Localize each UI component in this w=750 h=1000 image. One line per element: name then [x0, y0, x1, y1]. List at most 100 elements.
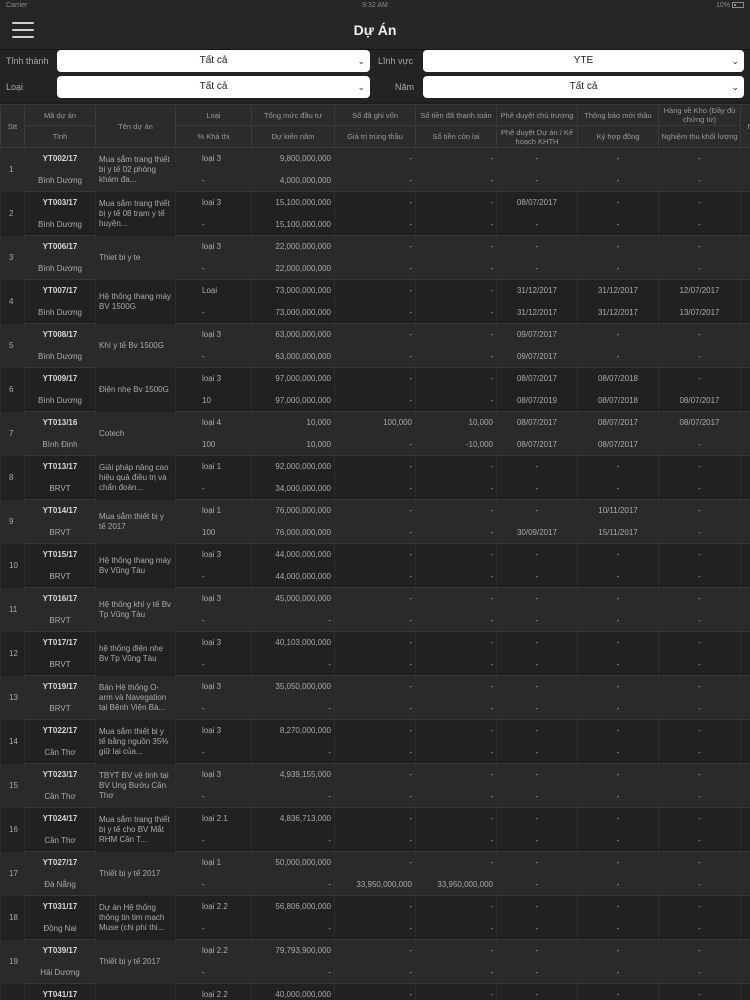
- total-investment: 97,000,000,000: [251, 367, 335, 390]
- table-row[interactable]: 5 YT008/17 Khí y tế Bv 1500G loại 3 63,000,0…: [0, 323, 750, 368]
- policy-approval: 08/07/2017: [496, 367, 578, 390]
- award-value: -: [334, 433, 416, 456]
- header-amount-paid: Số tiền đã thanh toán: [415, 104, 497, 126]
- total-investment: 79,793,900,000: [251, 939, 335, 962]
- table-row[interactable]: 11 YT016/17 Hệ thống khí y tế Bv Tp Vũng T…: [0, 587, 750, 632]
- volume-acceptance: -: [658, 345, 741, 368]
- table-row[interactable]: 3 YT006/17 Thiet bi y te loại 3 22,000,000,0…: [0, 235, 750, 280]
- row-stt: 19: [0, 939, 25, 984]
- capital-recorded: -: [334, 851, 416, 874]
- award-value: -: [334, 917, 416, 940]
- header-award-value: Giá trị trúng thầu: [334, 125, 416, 148]
- table-row[interactable]: 15 YT023/17 TBYT BV vệ tinh tại BV Ung Bướ…: [0, 763, 750, 808]
- project-approval: -: [496, 697, 578, 720]
- expected-year-amount: 97,000,000,000: [251, 389, 335, 412]
- project-name: Giải pháp nâng cao hiệu quả điều trị và …: [95, 455, 176, 500]
- award-value: -: [334, 169, 416, 192]
- amount-paid: -: [415, 895, 497, 918]
- tender-notice: -: [577, 763, 659, 786]
- project-code: YT031/17: [24, 895, 96, 918]
- project-code: YT013/16: [24, 411, 96, 434]
- feasibility-percent: -: [175, 565, 252, 588]
- province-select[interactable]: Tất cả ⌄: [57, 50, 370, 72]
- tender-notice: -: [577, 895, 659, 918]
- table-row[interactable]: 6 YT009/17 Điện nhẹ Bv 1500G loại 3 97,000,0…: [0, 367, 750, 412]
- year-select[interactable]: Tất cả ⌄: [423, 76, 744, 98]
- project-province: Bình Dương: [24, 257, 96, 280]
- type-select[interactable]: Tất cả ⌄: [57, 76, 370, 98]
- goods-arrival: -: [658, 851, 741, 874]
- table-row[interactable]: 16 YT024/17 Mua sắm trang thiết bị y tế ch…: [0, 807, 750, 852]
- table-row[interactable]: 10 YT015/17 Hệ thống thang máy Bv Vũng Tàu…: [0, 543, 750, 588]
- project-type: Loại: [175, 279, 252, 302]
- table-row[interactable]: 14 YT022/17 Mua sắm thiết bị y tế bằng ngu…: [0, 719, 750, 764]
- table-row[interactable]: 17 YT027/17 Thiết bị y tế 2017 loại 1 50,000…: [0, 851, 750, 896]
- project-code: YT016/17: [24, 587, 96, 610]
- contract-signing: -: [577, 697, 659, 720]
- amount-paid: -: [415, 543, 497, 566]
- feasibility-percent: -: [175, 653, 252, 676]
- policy-approval: 31/12/2017: [496, 279, 578, 302]
- contract-signing: -: [577, 565, 659, 588]
- project-code: YT019/17: [24, 675, 96, 698]
- tender-notice: -: [577, 455, 659, 478]
- goods-arrival: -: [658, 763, 741, 786]
- filter-panel: Tỉnh thành Tất cả ⌄ Lĩnh vực YTE ⌄ Loại Tấ…: [0, 50, 750, 102]
- project-type: loại 2.1: [175, 807, 252, 830]
- goods-arrival: -: [658, 719, 741, 742]
- table-row[interactable]: 18 YT031/17 Dự án Hệ thống thông tin tim m…: [0, 895, 750, 940]
- contract-signing: -: [577, 257, 659, 280]
- tender-notice: -: [577, 675, 659, 698]
- total-investment: 15,100,000,000: [251, 191, 335, 214]
- project-table[interactable]: Stt Mã dự án Tên dự án Loại Tổng mức đầu…: [0, 104, 750, 1000]
- project-province: Đà Nẵng: [24, 873, 96, 896]
- project-name: hệ thống điện nhẹ Bv Tp Vũng Tàu: [95, 631, 176, 676]
- tender-notice: -: [577, 235, 659, 258]
- capital-recorded: -: [334, 807, 416, 830]
- goods-arrival: -: [658, 587, 741, 610]
- row-stt: 7: [0, 411, 25, 456]
- policy-approval: -: [496, 543, 578, 566]
- project-name: Thiết bị y tế 2017: [95, 851, 176, 896]
- project-province: BRVT: [24, 565, 96, 588]
- table-row[interactable]: 2 YT003/17 Mua sắm trang thiết bị y tế 08 …: [0, 191, 750, 236]
- project-province: BRVT: [24, 697, 96, 720]
- table-row[interactable]: YT041/17Thiết bị y tế bệnhloại 2.240,000…: [0, 983, 750, 1000]
- goods-arrival: -: [658, 807, 741, 830]
- total-investment: 63,000,000,000: [251, 323, 335, 346]
- remaining-amount: -: [415, 169, 497, 192]
- feasibility-percent: 100: [175, 521, 252, 544]
- amount-paid: -: [415, 499, 497, 522]
- table-row[interactable]: 7 YT013/16 Cotech loại 4 10,000 100,000 10,000…: [0, 411, 750, 456]
- field-select[interactable]: YTE ⌄: [423, 50, 744, 72]
- table-row[interactable]: 13 YT019/17 Bán Hệ thống O-arm và Navegati…: [0, 675, 750, 720]
- policy-approval: 09/07/2017: [496, 323, 578, 346]
- project-type: loại 3: [175, 235, 252, 258]
- total-investment: 40,000,000,000: [251, 983, 335, 1000]
- tender-notice: 08/07/2017: [577, 411, 659, 434]
- project-province: BRVT: [24, 653, 96, 676]
- nav-bar: Dự Án: [0, 12, 750, 50]
- goods-arrival: -: [658, 455, 741, 478]
- table-row[interactable]: 1 YT002/17 Mua sắm trang thiết bị y tế 02 …: [0, 147, 750, 192]
- amount-paid: -: [415, 983, 497, 1000]
- policy-approval: -: [496, 807, 578, 830]
- volume-acceptance: -: [658, 741, 741, 764]
- table-row[interactable]: 12 YT017/17 hệ thống điện nhẹ Bv Tp Vũng T…: [0, 631, 750, 676]
- volume-acceptance: -: [658, 697, 741, 720]
- chevron-down-icon: ⌄: [357, 82, 365, 92]
- contract-signing: -: [577, 477, 659, 500]
- remaining-amount: -10,000: [415, 433, 497, 456]
- remaining-amount: -: [415, 829, 497, 852]
- table-row[interactable]: 4 YT007/17 Hệ thống thang máy BV 1500G Loại…: [0, 279, 750, 324]
- header-expected-year: Dự kiến năm: [251, 125, 335, 148]
- project-name: Mua sắm thiết bị y tế bằng nguồn 35% giữ…: [95, 719, 176, 764]
- policy-approval: 08/07/2017: [496, 411, 578, 434]
- policy-approval: -: [496, 895, 578, 918]
- tender-notice: -: [577, 147, 659, 170]
- total-investment: 4,939,155,000: [251, 763, 335, 786]
- award-value: -: [334, 301, 416, 324]
- table-row[interactable]: 19 YT039/17 Thiết bị y tế 2017 loại 2.2 79,7…: [0, 939, 750, 984]
- table-row[interactable]: 9 YT014/17 Mua sắm thiết bị y tế 2017 loại …: [0, 499, 750, 544]
- table-row[interactable]: 8 YT013/17 Giải pháp nâng cao hiệu quả điề…: [0, 455, 750, 500]
